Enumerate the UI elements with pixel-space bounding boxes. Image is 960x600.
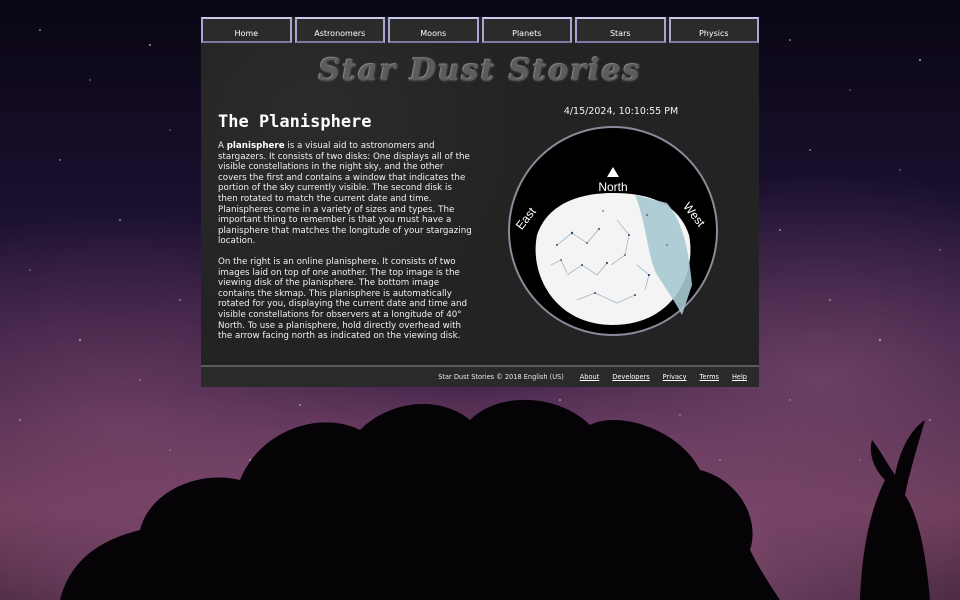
north-label: North bbox=[598, 180, 627, 194]
nav-home[interactable]: Home bbox=[201, 17, 292, 43]
site-logo: Star Dust Stories bbox=[318, 53, 642, 88]
footer: Star Dust Stories © 2018 English (US) Ab… bbox=[201, 365, 759, 387]
nav-astronomers[interactable]: Astronomers bbox=[294, 17, 385, 43]
main-nav: Home Astronomers Moons Planets Stars Phy… bbox=[201, 17, 759, 43]
footer-link-about[interactable]: About bbox=[580, 373, 600, 381]
nav-planets[interactable]: Planets bbox=[481, 17, 572, 43]
nav-physics[interactable]: Physics bbox=[668, 17, 759, 43]
intro-lead: A bbox=[218, 141, 227, 151]
article: The Planisphere A planisphere is a visua… bbox=[218, 112, 473, 352]
footer-link-developers[interactable]: Developers bbox=[612, 373, 649, 381]
nav-moons[interactable]: Moons bbox=[388, 17, 479, 43]
current-datetime: 4/15/2024, 10:10:55 PM bbox=[563, 106, 679, 117]
page-panel: Home Astronomers Moons Planets Stars Phy… bbox=[201, 17, 759, 387]
intro-paragraph: A planisphere is a visual aid to astrono… bbox=[218, 141, 473, 247]
planisphere: North East West bbox=[508, 126, 718, 336]
tree-silhouettes bbox=[60, 399, 930, 600]
footer-link-terms[interactable]: Terms bbox=[700, 373, 719, 381]
planisphere-term: planisphere bbox=[226, 141, 285, 151]
footer-link-help[interactable]: Help bbox=[732, 373, 747, 381]
intro-rest: is a visual aid to astronomers and starg… bbox=[218, 141, 472, 247]
nav-stars[interactable]: Stars bbox=[575, 17, 666, 43]
usage-paragraph: On the right is an online planisphere. I… bbox=[218, 256, 467, 342]
footer-link-privacy[interactable]: Privacy bbox=[663, 373, 687, 381]
copyright-text: Star Dust Stories © 2018 English (US) bbox=[438, 373, 564, 381]
page-title: The Planisphere bbox=[218, 112, 372, 132]
